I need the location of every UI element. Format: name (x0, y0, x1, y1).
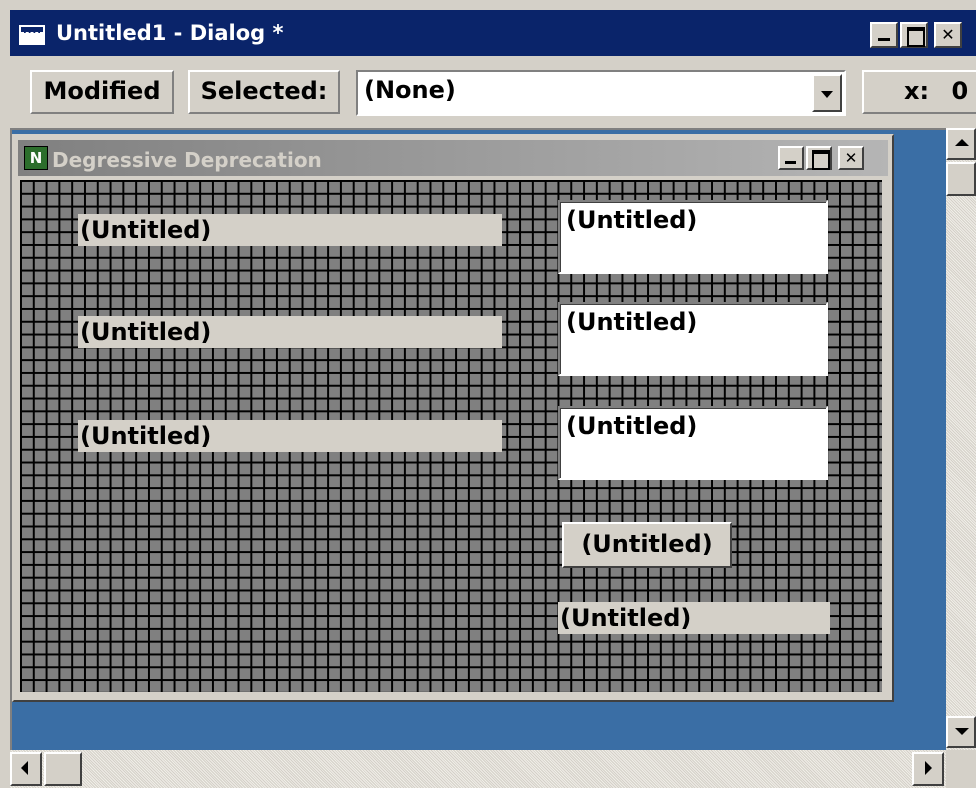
static-label-4[interactable]: (Untitled) (558, 602, 830, 634)
coord-x-value: 0 (951, 77, 969, 105)
coordinate-readout: x: 0 (862, 70, 976, 114)
horizontal-scroll-thumb[interactable] (44, 752, 82, 786)
scroll-left-button[interactable] (10, 752, 42, 786)
dialog-minimize-button[interactable] (778, 146, 804, 170)
dialog-title-bar[interactable]: N Degressive Deprecation ✕ (18, 140, 888, 176)
close-icon: ✕ (941, 25, 955, 44)
dialog-icon[interactable]: N (24, 146, 48, 170)
selected-combobox[interactable]: (None) (356, 70, 846, 116)
vertical-scrollbar[interactable] (946, 128, 976, 750)
minimize-button[interactable] (870, 22, 898, 48)
main-title-bar[interactable]: Untitled1 - Dialog * ✕ (10, 10, 976, 56)
static-label-3[interactable]: (Untitled) (78, 420, 502, 452)
dialog-close-button[interactable]: ✕ (838, 146, 864, 170)
horizontal-scrollbar[interactable] (10, 750, 946, 788)
edit-field-1[interactable]: (Untitled) (558, 200, 828, 274)
selected-label: Selected: (188, 70, 340, 114)
toolbar: Modified Selected: (None) x: 0 (10, 56, 976, 126)
selected-value: (None) (364, 76, 456, 104)
dialog-maximize-button[interactable] (806, 146, 832, 170)
scroll-right-button[interactable] (912, 752, 944, 786)
window-title: Untitled1 - Dialog * (56, 21, 284, 45)
edit-field-2[interactable]: (Untitled) (558, 302, 828, 376)
modified-indicator: Modified (30, 70, 174, 114)
static-label-2[interactable]: (Untitled) (78, 316, 502, 348)
dialog-title: Degressive Deprecation (52, 148, 322, 172)
designer-window: Untitled1 - Dialog * ✕ Modified Selected… (0, 0, 976, 788)
static-label-1[interactable]: (Untitled) (78, 214, 502, 246)
combobox-dropdown-button[interactable] (812, 74, 842, 112)
edit-field-3[interactable]: (Untitled) (558, 406, 828, 480)
size-grip[interactable] (946, 750, 976, 788)
vertical-scroll-thumb[interactable] (946, 162, 976, 196)
scroll-up-button[interactable] (946, 128, 976, 160)
close-button[interactable]: ✕ (934, 22, 962, 48)
maximize-button[interactable] (900, 22, 928, 48)
coord-x-label: x: (904, 77, 930, 105)
push-button[interactable]: (Untitled) (562, 522, 732, 568)
dialog-close-icon: ✕ (844, 149, 858, 167)
scroll-down-button[interactable] (946, 716, 976, 748)
dialog-app-icon[interactable] (19, 25, 45, 45)
